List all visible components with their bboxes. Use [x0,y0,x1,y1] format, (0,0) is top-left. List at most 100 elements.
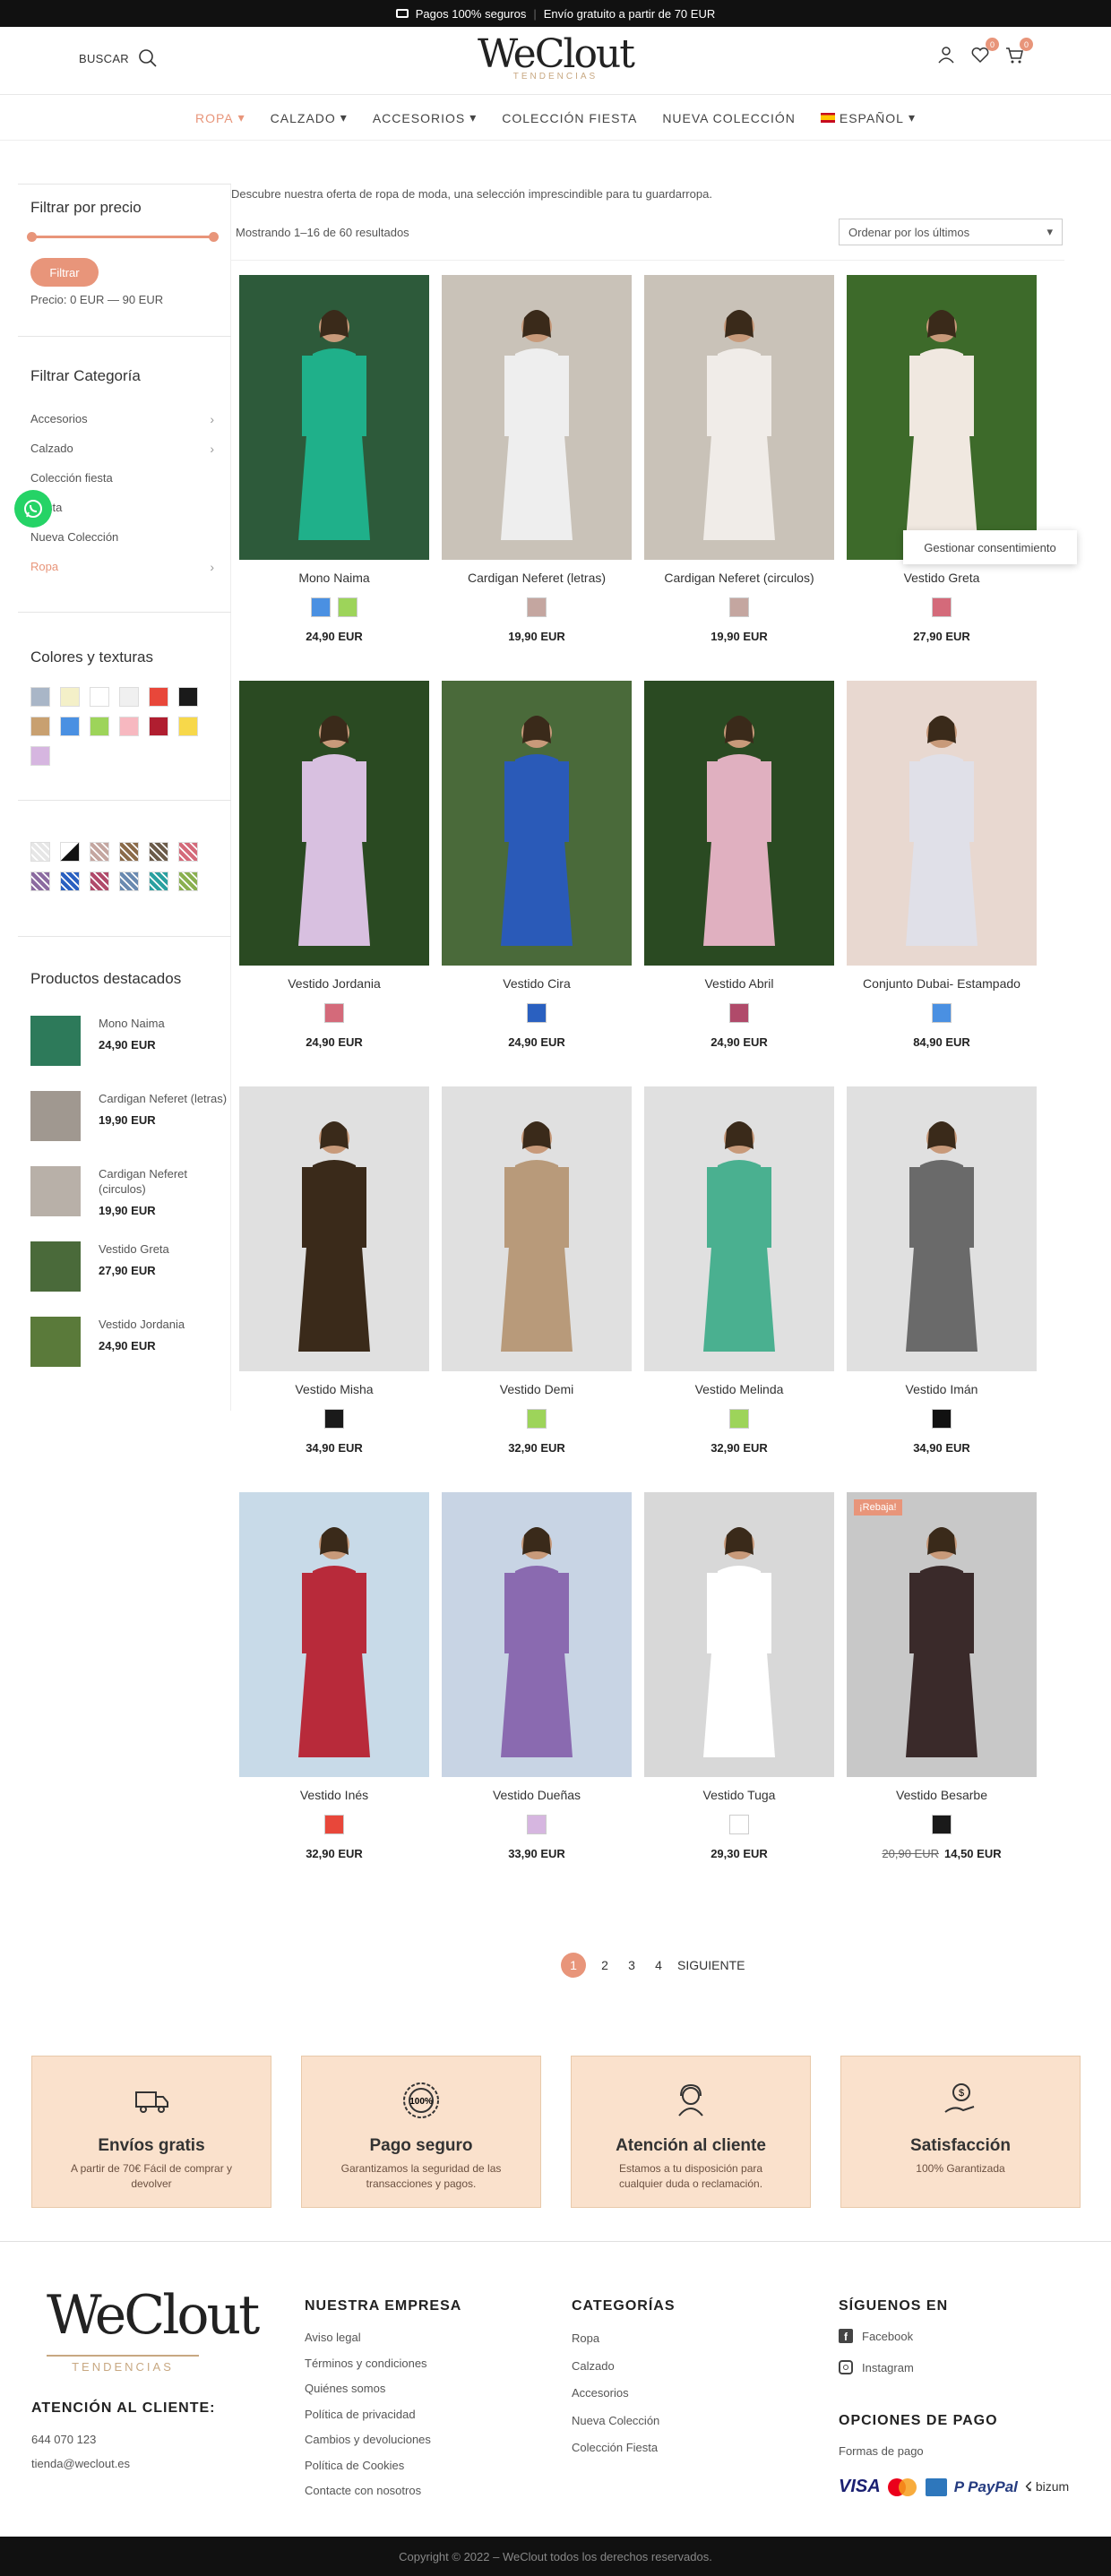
product-card[interactable]: Vestido Jordania 24,90 EUR [239,681,429,1049]
product-image[interactable] [239,275,429,560]
whatsapp-chat-button[interactable] [14,490,52,528]
color-swatch[interactable] [119,717,139,736]
nav-accesorios[interactable]: ACCESORIOS ▾ [373,110,477,125]
product-color-swatch[interactable] [932,597,952,617]
product-image[interactable] [644,681,834,966]
product-image[interactable]: ¡Rebaja! [847,1492,1037,1777]
color-swatch[interactable] [178,717,198,736]
product-card[interactable]: Mono Naima 24,90 EUR [239,275,429,643]
category-nueva-coleccion[interactable]: Nueva Colección [30,530,214,544]
texture-swatch[interactable] [149,842,168,862]
product-card[interactable]: ¡Rebaja! Vestido Besarbe 20,90 EUR 14,50 EU… [847,1492,1037,1860]
product-color-swatch[interactable] [729,1815,749,1834]
texture-swatch[interactable] [30,872,50,891]
product-image[interactable] [239,681,429,966]
product-image[interactable] [644,275,834,560]
product-color-swatch[interactable] [527,597,547,617]
product-name[interactable]: Vestido Jordania [239,976,429,992]
texture-swatch[interactable] [178,842,198,862]
featured-product[interactable]: Cardigan Neferet (letras) 19,90 EUR [30,1091,233,1141]
category-fiesta[interactable]: Fiesta [30,501,214,514]
product-color-swatch[interactable] [527,1409,547,1429]
product-image[interactable] [442,681,632,966]
product-image[interactable] [239,1492,429,1777]
page-3[interactable]: 3 [624,1958,640,1972]
product-name[interactable]: Mono Naima [239,571,429,587]
product-card[interactable]: Vestido Imán 34,90 EUR [847,1086,1037,1455]
product-image[interactable] [442,1086,632,1371]
color-swatch[interactable] [149,717,168,736]
category-ropa[interactable]: Ropa › [30,560,214,574]
category-calzado[interactable]: Calzado › [30,442,214,456]
product-card[interactable]: Vestido Dueñas 33,90 EUR [442,1492,632,1860]
page-4[interactable]: 4 [650,1958,667,1972]
link-contacto[interactable]: Contacte con nosotros [305,2478,431,2504]
product-color-swatch[interactable] [729,597,749,617]
product-color-swatch[interactable] [932,1815,952,1834]
product-image[interactable] [847,1086,1037,1371]
color-swatch[interactable] [60,717,80,736]
category-coleccion-fiesta[interactable]: Colección fiesta [30,471,214,485]
instagram-link[interactable]: Instagram [839,2360,914,2374]
page-2[interactable]: 2 [597,1958,613,1972]
page-1[interactable]: 1 [561,1953,586,1978]
product-card[interactable]: Conjunto Dubai- Estampado 84,90 EUR [847,681,1037,1049]
texture-swatch[interactable] [178,872,198,891]
featured-product[interactable]: Vestido Jordania 24,90 EUR [30,1317,233,1367]
slider-max-handle[interactable] [209,232,219,242]
product-color-swatch[interactable] [527,1003,547,1023]
nav-ropa[interactable]: ROPA ▾ [195,110,245,125]
color-swatch[interactable] [30,717,50,736]
product-color-swatch[interactable] [932,1409,952,1429]
product-card[interactable]: Vestido Misha 34,90 EUR [239,1086,429,1455]
link-terminos[interactable]: Términos y condiciones [305,2351,431,2377]
product-color-swatch[interactable] [324,1409,344,1429]
nav-nueva-coleccion[interactable]: NUEVA COLECCIÓN [662,111,796,125]
color-swatch[interactable] [149,687,168,707]
product-name[interactable]: Vestido Tuga [644,1788,834,1804]
product-image[interactable] [442,1492,632,1777]
product-name[interactable]: Vestido Besarbe [847,1788,1037,1804]
color-swatch[interactable] [119,687,139,707]
product-color-swatch[interactable] [729,1003,749,1023]
product-name[interactable]: Vestido Greta [847,571,1037,587]
wishlist-icon[interactable]: 0 [970,38,999,66]
price-slider[interactable] [27,232,219,242]
link-nueva-coleccion[interactable]: Nueva Colección [572,2408,659,2435]
link-coleccion-fiesta[interactable]: Colección Fiesta [572,2434,659,2462]
color-swatch[interactable] [30,687,50,707]
facebook-link[interactable]: f Facebook [839,2329,913,2343]
product-card[interactable]: Cardigan Neferet (letras) 19,90 EUR [442,275,632,643]
product-card[interactable]: Vestido Demi 32,90 EUR [442,1086,632,1455]
product-name[interactable]: Vestido Melinda [644,1382,834,1398]
search-button[interactable]: BUSCAR [79,48,158,68]
texture-swatch[interactable] [119,842,139,862]
account-icon[interactable] [936,45,958,66]
manage-consent-button[interactable]: Gestionar consentimiento [903,530,1077,564]
product-name[interactable]: Vestido Demi [442,1382,632,1398]
link-calzado[interactable]: Calzado [572,2353,659,2381]
color-swatch[interactable] [90,687,109,707]
color-swatch[interactable] [30,746,50,766]
product-image[interactable] [847,275,1037,560]
link-cookies[interactable]: Política de Cookies [305,2453,431,2479]
product-card[interactable]: Vestido Abril 24,90 EUR [644,681,834,1049]
product-color-swatch[interactable] [729,1409,749,1429]
product-name[interactable]: Vestido Imán [847,1382,1037,1398]
color-swatch[interactable] [60,687,80,707]
color-swatch[interactable] [90,717,109,736]
product-color-swatch[interactable] [324,1003,344,1023]
texture-swatch[interactable] [90,842,109,862]
link-aviso-legal[interactable]: Aviso legal [305,2325,431,2351]
product-image[interactable] [644,1086,834,1371]
texture-swatch[interactable] [90,872,109,891]
texture-swatch[interactable] [60,872,80,891]
site-logo[interactable]: WeClout TENDENCIAS [475,32,636,88]
cart-icon[interactable]: 0 [1004,38,1033,66]
link-ropa[interactable]: Ropa [572,2325,659,2353]
featured-product[interactable]: Vestido Greta 27,90 EUR [30,1241,233,1292]
texture-swatch[interactable] [119,872,139,891]
language-switcher[interactable]: ESPAÑOL ▾ [820,110,916,125]
product-card[interactable]: Vestido Tuga 29,30 EUR [644,1492,834,1860]
product-color-swatch[interactable] [311,597,331,617]
